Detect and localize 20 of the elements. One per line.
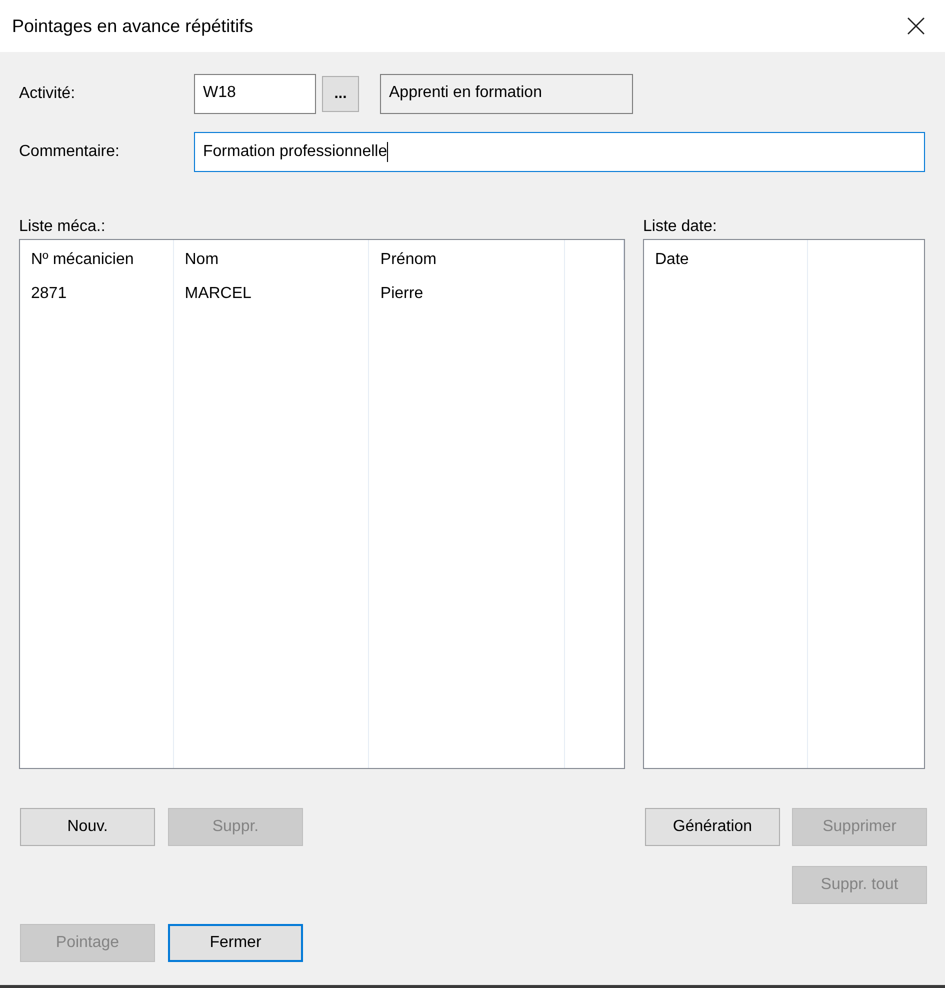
- column-header[interactable]: Nº mécanicien: [20, 240, 173, 280]
- table-cell-text: Pierre: [379, 284, 424, 304]
- field-label: Activité:: [19, 84, 76, 104]
- list-label: Liste date:: [643, 217, 718, 237]
- column-header[interactable]: Prénom: [369, 240, 564, 280]
- column-header[interactable]: Nom: [174, 240, 368, 280]
- browse-button[interactable]: ...: [322, 76, 359, 112]
- activity-description-field: Apprenti en formation: [380, 74, 633, 114]
- activity-code-field[interactable]: W18: [194, 74, 316, 114]
- dialog-button[interactable]: Fermer: [168, 924, 303, 962]
- comment-field[interactable]: Formation professionnelle: [194, 132, 925, 172]
- dialog-button[interactable]: Nouv.: [20, 808, 155, 846]
- list-label: Liste méca.:: [19, 217, 106, 237]
- field-label: Commentaire:: [19, 142, 120, 162]
- table-cell-text: MARCEL: [184, 284, 252, 304]
- dialog-button[interactable]: Génération: [645, 808, 780, 846]
- table-cell-text: 2871: [30, 284, 68, 304]
- column-header[interactable]: Date: [644, 240, 807, 280]
- close-icon[interactable]: [907, 17, 925, 35]
- window-title: Pointages en avance répétitifs: [12, 14, 254, 38]
